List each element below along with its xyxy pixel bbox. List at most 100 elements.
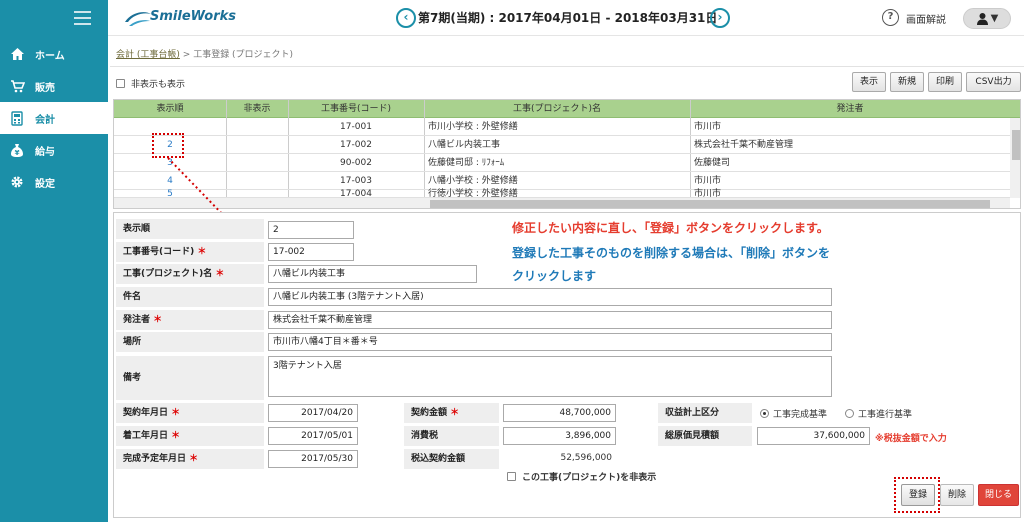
new-button[interactable]: 新規 [890, 72, 924, 92]
breadcrumb: 会計 (工事台帳) > 工事登録 (プロジェクト) [116, 47, 293, 60]
top-header: SmileWorks ‹ 第7期(当期) : 2017年04月01日 - 201… [108, 0, 1024, 36]
tax-input[interactable]: 3,896,000 [503, 427, 616, 445]
scrollbar-thumb[interactable] [430, 200, 990, 208]
end-date-input[interactable]: 2017/05/30 [268, 450, 358, 468]
radio-completed[interactable] [760, 409, 769, 418]
label-place: 場所 [116, 332, 264, 352]
label-end-date: 完成予定年月日 ＊ [116, 449, 264, 469]
divider [110, 66, 1024, 67]
contract-date-input[interactable]: 2017/04/20 [268, 404, 358, 422]
table-row[interactable]: 2 17-002 八幡ビル内装工事 株式会社千葉不動産管理 [114, 136, 1010, 154]
row-client: 佐藤健司 [694, 158, 731, 168]
label-order: 表示順 [116, 219, 264, 239]
tax-excluded-note: ※税抜金額で入力 [875, 434, 947, 444]
show-button[interactable]: 表示 [852, 72, 886, 92]
code-input[interactable]: 17-002 [268, 243, 354, 261]
help-link[interactable]: 画面解説 [906, 11, 946, 26]
cart-icon [9, 78, 25, 94]
row-client: 市川市 [694, 122, 722, 132]
chevron-down-icon: ▼ [990, 13, 999, 24]
cost-estimate-input[interactable]: 37,600,000 [757, 427, 870, 445]
annotation-line-3: クリックします [512, 269, 597, 283]
sidebar-item-label: 会計 [35, 114, 55, 126]
annotation-line-2: 登録した工事そのものを削除する場合は、「削除」ボタンを [512, 246, 831, 260]
sidebar-top [0, 0, 108, 36]
calculator-icon [9, 110, 25, 126]
label-revenue-type: 収益計上区分 [658, 403, 752, 423]
csv-export-button[interactable]: CSV出力 [966, 72, 1021, 92]
sidebar-item-label: 給与 [35, 146, 55, 158]
label-cost-estimate: 総原価見積額 [658, 426, 752, 446]
table-row[interactable]: 5 17-004 行徳小学校 : 外壁修繕 市川市 [114, 189, 1010, 199]
subject-input[interactable]: 八幡ビル内装工事 (3階テナント入居) [268, 288, 832, 306]
remarks-textarea[interactable]: 3階テナント入居 [268, 356, 832, 397]
hide-project-checkbox[interactable] [507, 472, 516, 481]
revenue-type-option-progress[interactable]: 工事進行基準 [845, 407, 912, 420]
project-name-input[interactable]: 八幡ビル内装工事 [268, 265, 477, 283]
label-client: 発注者 ＊ [116, 310, 264, 330]
label-project-name: 工事(プロジェクト)名 ＊ [116, 264, 264, 284]
breadcrumb-separator: > [182, 50, 191, 60]
scrollbar-thumb[interactable] [1012, 130, 1020, 160]
user-menu-button[interactable]: ▼ [963, 8, 1011, 29]
sidebar: ホーム 販売 会計 ¥ 給与 設定 [0, 0, 108, 522]
annotation-line-1: 修正したい内容に直し、「登録」ボタンをクリックします。 [512, 221, 829, 235]
gear-icon [9, 174, 25, 190]
client-input[interactable]: 株式会社千葉不動産管理 [268, 311, 832, 329]
print-button[interactable]: 印刷 [928, 72, 962, 92]
table-row[interactable]: 3 90-002 佐藤健司邸 : ﾘﾌｫｰﾑ 佐藤健司 [114, 154, 1010, 172]
vertical-scrollbar[interactable] [1010, 118, 1020, 198]
delete-button[interactable]: 削除 [940, 484, 974, 506]
money-bag-icon: ¥ [9, 142, 25, 158]
hide-project-toggle[interactable]: この工事(プロジェクト)を非表示 [507, 470, 656, 483]
fiscal-period-label: 第7期(当期) : 2017年04月01日 - 2018年03月31日 [418, 11, 718, 25]
contract-amount-input[interactable]: 48,700,000 [503, 404, 616, 422]
revenue-type-option-completed[interactable]: 工事完成基準 [760, 407, 827, 420]
hamburger-menu-icon[interactable] [74, 11, 91, 25]
sidebar-item-label: ホーム [35, 50, 65, 62]
label-total-with-tax: 税込契約金額 [404, 449, 499, 469]
column-header-hidden[interactable]: 非表示 [226, 100, 288, 118]
label-remarks: 備考 [116, 356, 264, 400]
label-tax: 消費税 [404, 426, 499, 446]
column-header-name[interactable]: 工事(プロジェクト)名 [424, 100, 690, 118]
highlight-box [152, 133, 184, 158]
column-header-client[interactable]: 発注者 [690, 100, 1010, 118]
show-hidden-checkbox[interactable] [116, 79, 125, 88]
sidebar-item-payroll[interactable]: ¥ 給与 [0, 134, 108, 166]
place-input[interactable]: 市川市八幡4丁目＊番＊号 [268, 333, 832, 351]
sidebar-item-sales[interactable]: 販売 [0, 70, 108, 102]
radio-progress[interactable] [845, 409, 854, 418]
help-icon[interactable]: ? [882, 9, 899, 26]
column-header-order[interactable]: 表示順 [114, 100, 226, 118]
close-button[interactable]: 閉じる [978, 484, 1019, 506]
brand-name: SmileWorks [150, 9, 236, 24]
label-contract-date: 契約年月日 ＊ [116, 403, 264, 423]
row-client: 株式会社千葉不動産管理 [694, 140, 794, 150]
label-code: 工事番号(コード) ＊ [116, 242, 264, 262]
horizontal-scrollbar[interactable] [114, 198, 1010, 208]
sidebar-item-label: 設定 [35, 178, 55, 190]
label-start-date: 着工年月日 ＊ [116, 426, 264, 446]
row-name: 市川小学校 : 外壁修繕 [428, 122, 518, 132]
row-code: 17-002 [340, 140, 372, 150]
register-button[interactable]: 登録 [901, 484, 935, 506]
breadcrumb-current: 工事登録 (プロジェクト) [193, 50, 294, 60]
label-contract-amount: 契約金額 ＊ [404, 403, 499, 423]
start-date-input[interactable]: 2017/05/01 [268, 427, 358, 445]
sidebar-item-accounting[interactable]: 会計 [0, 102, 108, 134]
column-header-code[interactable]: 工事番号(コード) [288, 100, 424, 118]
next-period-button[interactable]: › [710, 8, 730, 28]
breadcrumb-parent-link[interactable]: 会計 (工事台帳) [116, 50, 180, 60]
order-input[interactable]: 2 [268, 221, 354, 239]
svg-text:¥: ¥ [15, 149, 20, 157]
previous-period-button[interactable]: ‹ [396, 8, 416, 28]
row-code: 90-002 [340, 158, 372, 168]
sidebar-item-home[interactable]: ホーム [0, 38, 108, 70]
user-icon [976, 13, 988, 25]
show-hidden-toggle[interactable]: 非表示も表示 [116, 77, 185, 90]
home-icon [9, 46, 25, 62]
table-row[interactable]: 17-001 市川小学校 : 外壁修繕 市川市 [114, 118, 1010, 136]
row-code: 17-001 [340, 122, 372, 132]
sidebar-item-settings[interactable]: 設定 [0, 166, 108, 198]
